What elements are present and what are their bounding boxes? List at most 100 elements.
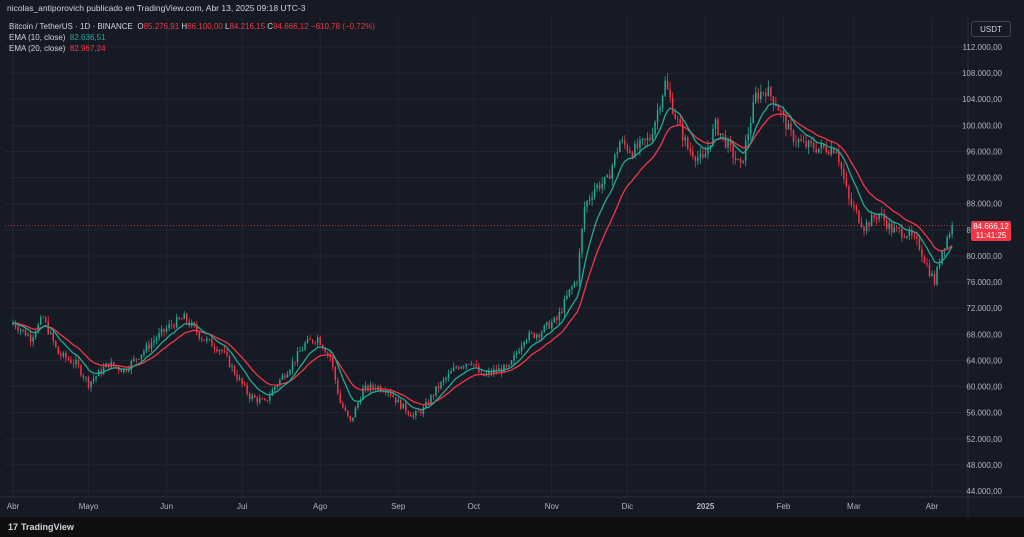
price-tick-label: 92.000,00 [966,174,1002,183]
candle-body [467,363,470,365]
candle-body [60,354,62,357]
candle-body [82,375,85,378]
candle-body [629,150,631,153]
candle-body [397,400,399,403]
candle-body [77,359,80,366]
candle-body [72,363,75,365]
candle-body [233,366,236,375]
candle-body [306,338,309,343]
candle-body [661,95,664,109]
price-tick-label: 52.000,00 [966,435,1002,444]
chart-area[interactable]: 112.000,00 108.000,00 104.000,00 100.000,00… [0,17,1024,517]
currency-button[interactable]: USDT [971,21,1011,37]
candle-body [208,338,211,340]
candle-body [67,358,70,360]
candle-body [228,355,231,368]
time-tick-label: Sep [391,502,406,511]
candle-body [689,148,692,152]
legend-ema20-row[interactable]: EMA (20, close) 82.967,24 [9,43,375,54]
candle-body [120,370,123,373]
candle-body [538,334,540,338]
candle-body [636,143,639,149]
time-tick-label: Ago [313,502,328,511]
candle-body [62,352,65,357]
candle-body [646,137,649,140]
candle-body [785,114,787,130]
candle-body [175,317,178,328]
change-value: −610,78 (−0,72%) [310,22,375,31]
candle-body [908,230,911,237]
candle-body [253,395,256,398]
candle-body [649,137,651,141]
candle-body [291,361,294,371]
candle-body [870,215,873,227]
candle-body [598,184,601,189]
tradingview-logo[interactable]: 17 TradingView [8,522,74,532]
candle-body [185,313,188,322]
candle-body [52,332,55,342]
candle-body [304,342,306,350]
candle-body [462,366,465,368]
time-tick-label: Mayo [79,502,99,511]
candle-body [551,322,553,329]
candle-body [704,153,707,158]
candle-body [858,210,860,223]
candle-body [135,358,138,360]
candle-body [261,398,264,400]
close-value: 84.666,12 [273,22,309,31]
candle-body [70,359,72,364]
candle-body [246,384,248,394]
candle-body [168,324,170,329]
price-tick-label: 112.000,00 [963,43,1003,52]
candle-body [505,365,508,367]
candle-body [402,403,405,409]
candle-body [787,123,790,130]
candle-body [470,363,472,365]
candle-body [515,353,518,356]
candle-body [727,139,729,148]
candle-body [332,357,334,368]
candle-body [936,266,938,285]
candle-body [546,322,548,326]
candle-body [860,222,863,228]
candle-body [163,328,165,332]
candle-body [926,263,928,265]
candle-body [80,365,82,376]
candle-body [394,397,397,403]
price-chart[interactable]: 112.000,00 108.000,00 104.000,00 100.000,00… [0,17,1024,517]
candle-body [684,137,687,141]
candle-body [203,339,206,341]
candle-body [440,382,442,389]
candle-body [863,227,865,231]
candle-body [654,121,656,135]
candle-body [838,152,840,163]
candle-body [946,237,948,249]
candle-body [561,311,563,313]
legend-ema10-row[interactable]: EMA (10, close) 82.636,51 [9,32,375,43]
candle-body [664,80,666,96]
candle-body [840,162,843,169]
candle-body [593,188,596,197]
candle-body [697,157,699,161]
header-bar: nicolas_antiporovich publicado en Tradin… [0,0,1024,17]
candle-body [714,119,717,130]
time-tick-label: Oct [468,502,481,511]
time-tick-label: Nov [545,502,559,511]
candle-body [42,317,44,319]
candle-body [659,108,661,111]
candle-body [410,414,412,417]
candle-body [316,337,319,343]
candle-body [160,328,163,333]
candle-body [719,133,722,135]
candle-body [19,329,22,331]
candle-body [480,372,483,374]
candle-body [722,133,724,136]
candle-body [475,364,478,366]
candle-body [465,363,467,367]
candle-body [437,386,440,389]
candle-body [543,325,546,333]
symbol-label[interactable]: Bitcoin / TetherUS · 1D · BINANCE [9,22,133,31]
candle-body [412,415,415,417]
candle-body [566,295,568,299]
candle-body [405,403,407,412]
